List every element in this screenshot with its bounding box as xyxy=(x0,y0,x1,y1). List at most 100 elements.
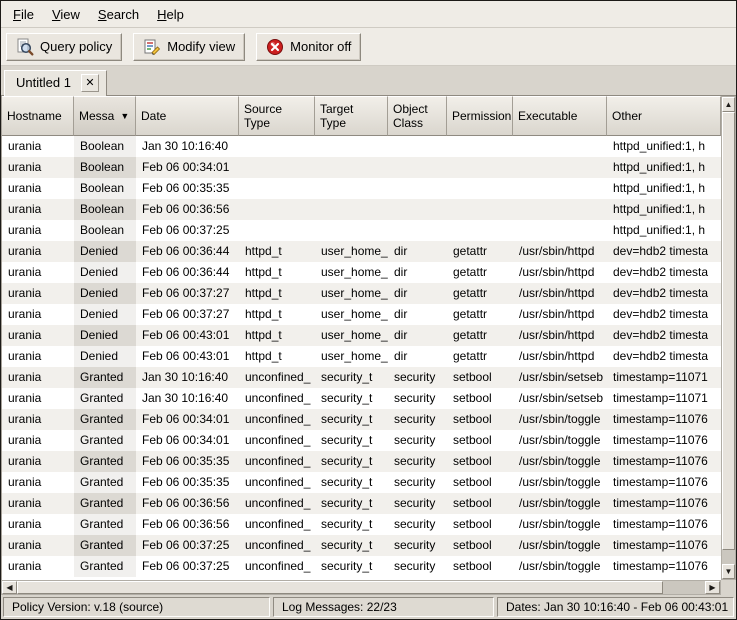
cell xyxy=(315,220,388,241)
log-table: HostnameMessa▼ Date Source Type Target Type… xyxy=(1,96,721,580)
cell: urania xyxy=(2,493,74,514)
cell: Boolean xyxy=(74,199,136,220)
cell: httpd_t xyxy=(239,304,315,325)
cell: httpd_t xyxy=(239,325,315,346)
table-row[interactable]: uraniaGrantedFeb 06 00:35:35unconfined_s… xyxy=(2,472,721,493)
column-header-messa[interactable]: Messa▼ xyxy=(74,96,136,136)
tab-untitled-1[interactable]: Untitled 1 ✕ xyxy=(4,70,107,96)
table-row[interactable]: uraniaGrantedFeb 06 00:34:01unconfined_s… xyxy=(2,409,721,430)
cell: security xyxy=(388,472,447,493)
cell: /usr/sbin/httpd xyxy=(513,325,607,346)
column-header-date[interactable]: Date xyxy=(136,96,239,136)
table-row[interactable]: uraniaGrantedJan 30 10:16:40unconfined_s… xyxy=(2,388,721,409)
cell xyxy=(315,178,388,199)
cell: Feb 06 00:37:25 xyxy=(136,556,239,577)
cell xyxy=(388,136,447,157)
statusbar: Policy Version: v.18 (source) Log Messag… xyxy=(1,595,736,619)
cell: security xyxy=(388,388,447,409)
cell: urania xyxy=(2,325,74,346)
table-row[interactable]: uraniaDeniedFeb 06 00:43:01httpd_tuser_h… xyxy=(2,325,721,346)
column-header-label: Other xyxy=(612,109,642,123)
table-row[interactable]: uraniaDeniedFeb 06 00:36:44httpd_tuser_h… xyxy=(2,241,721,262)
table-row[interactable]: uraniaBooleanFeb 06 00:36:56httpd_unifie… xyxy=(2,199,721,220)
column-header-label: Source Type xyxy=(244,102,282,131)
vertical-scrollbar-track[interactable] xyxy=(722,112,735,564)
table-row[interactable]: uraniaGrantedFeb 06 00:36:56unconfined_s… xyxy=(2,514,721,535)
column-header-label: Date xyxy=(141,109,166,123)
cell: urania xyxy=(2,283,74,304)
column-header-executable[interactable]: Executable xyxy=(513,96,607,136)
vertical-scrollbar-thumb[interactable] xyxy=(722,112,735,550)
cell: httpd_unified:1, h xyxy=(607,157,721,178)
close-icon: ✕ xyxy=(85,76,94,89)
menu-help[interactable]: Help xyxy=(148,3,193,26)
table-row[interactable]: uraniaGrantedFeb 06 00:34:01unconfined_s… xyxy=(2,430,721,451)
cell: Granted xyxy=(74,451,136,472)
cell: Granted xyxy=(74,367,136,388)
table-row[interactable]: uraniaGrantedJan 30 10:16:40unconfined_s… xyxy=(2,367,721,388)
cell: security xyxy=(388,535,447,556)
table-row[interactable]: uraniaBooleanFeb 06 00:37:25httpd_unifie… xyxy=(2,220,721,241)
scroll-right-button[interactable]: ▶ xyxy=(705,581,720,594)
table-row[interactable]: uraniaDeniedFeb 06 00:43:01httpd_tuser_h… xyxy=(2,346,721,367)
table-row[interactable]: uraniaDeniedFeb 06 00:37:27httpd_tuser_h… xyxy=(2,283,721,304)
cell: unconfined_ xyxy=(239,472,315,493)
scroll-up-button[interactable]: ▲ xyxy=(722,97,735,112)
query-policy-button[interactable]: Query policy xyxy=(6,33,122,61)
horizontal-scrollbar-track[interactable] xyxy=(17,581,705,594)
horizontal-scrollbar[interactable]: ◀ ▶ xyxy=(1,580,721,595)
cell: /usr/sbin/toggle xyxy=(513,409,607,430)
status-policy-version: Policy Version: v.18 (source) xyxy=(3,597,270,617)
column-header-target-type[interactable]: Target Type xyxy=(315,96,388,136)
table-row[interactable]: uraniaDeniedFeb 06 00:36:44httpd_tuser_h… xyxy=(2,262,721,283)
table-row[interactable]: uraniaGrantedFeb 06 00:37:25unconfined_s… xyxy=(2,556,721,577)
cell: security xyxy=(388,430,447,451)
cell: Feb 06 00:37:25 xyxy=(136,535,239,556)
cell: timestamp=11076 xyxy=(607,472,721,493)
column-header-permission[interactable]: Permission xyxy=(447,96,513,136)
cell: urania xyxy=(2,262,74,283)
cell: httpd_t xyxy=(239,346,315,367)
monitor-off-button[interactable]: Monitor off xyxy=(256,33,361,61)
table-row[interactable]: uraniaBooleanFeb 06 00:34:01httpd_unifie… xyxy=(2,157,721,178)
column-header-label: Object Class xyxy=(393,102,428,131)
cell: unconfined_ xyxy=(239,556,315,577)
cell: Granted xyxy=(74,493,136,514)
table-row[interactable]: uraniaDeniedFeb 06 00:37:27httpd_tuser_h… xyxy=(2,304,721,325)
cell: Granted xyxy=(74,388,136,409)
column-header-other[interactable]: Other xyxy=(607,96,721,136)
table-row[interactable]: uraniaGrantedFeb 06 00:37:25unconfined_s… xyxy=(2,535,721,556)
scroll-down-button[interactable]: ▼ xyxy=(722,564,735,579)
cell: Denied xyxy=(74,325,136,346)
cell: /usr/sbin/setseb xyxy=(513,388,607,409)
cell: setbool xyxy=(447,535,513,556)
cell xyxy=(315,157,388,178)
tab-close-button[interactable]: ✕ xyxy=(81,74,99,92)
table-row[interactable]: uraniaGrantedFeb 06 00:36:56unconfined_s… xyxy=(2,493,721,514)
menu-help-label: Help xyxy=(157,7,184,22)
column-header-object-class[interactable]: Object Class xyxy=(388,96,447,136)
cell: security_t xyxy=(315,493,388,514)
menu-view[interactable]: View xyxy=(43,3,89,26)
vertical-scrollbar[interactable]: ▲ ▼ xyxy=(721,96,736,580)
column-header-source-type[interactable]: Source Type xyxy=(239,96,315,136)
status-dates: Dates: Jan 30 10:16:40 - Feb 06 00:43:01 xyxy=(497,597,734,617)
cell: getattr xyxy=(447,325,513,346)
cell: urania xyxy=(2,220,74,241)
cell: urania xyxy=(2,430,74,451)
cell: getattr xyxy=(447,262,513,283)
table-row[interactable]: uraniaBooleanFeb 06 00:35:35httpd_unifie… xyxy=(2,178,721,199)
cell: /usr/sbin/httpd xyxy=(513,241,607,262)
cell: timestamp=11076 xyxy=(607,493,721,514)
cell: timestamp=11076 xyxy=(607,556,721,577)
menu-search[interactable]: Search xyxy=(89,3,148,26)
column-header-hostname[interactable]: Hostname xyxy=(2,96,74,136)
horizontal-scrollbar-thumb[interactable] xyxy=(17,581,663,594)
table-row[interactable]: uraniaGrantedFeb 06 00:35:35unconfined_s… xyxy=(2,451,721,472)
modify-view-button[interactable]: Modify view xyxy=(133,33,245,61)
menu-file[interactable]: File xyxy=(4,3,43,26)
cell: Granted xyxy=(74,514,136,535)
scroll-left-button[interactable]: ◀ xyxy=(2,581,17,594)
cell: security_t xyxy=(315,535,388,556)
table-row[interactable]: uraniaBooleanJan 30 10:16:40httpd_unifie… xyxy=(2,136,721,157)
